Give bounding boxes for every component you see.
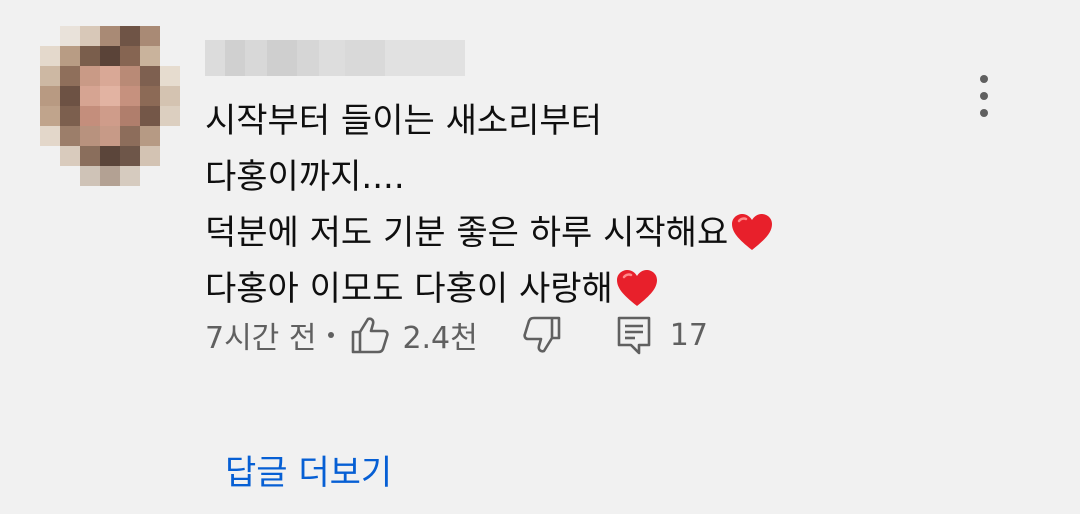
heart-emoji-icon (616, 270, 657, 306)
comment-icon (617, 316, 651, 355)
heart-emoji-icon (732, 214, 773, 250)
view-more-replies-button[interactable]: 답글 더보기 (225, 445, 392, 494)
reply-button[interactable] (616, 315, 652, 355)
comment-line: 다홍이까지.... (205, 157, 405, 197)
username-blurred[interactable] (205, 40, 465, 76)
comment-time: 7시간 전 (205, 321, 317, 356)
comment-text: 시작부터 들이는 새소리부터 다홍이까지.... 덕분에 저도 기분 좋은 하루… (205, 93, 925, 317)
comment-actions: 7시간 전 2.4천 17 (205, 310, 708, 360)
like-count: 2.4천 (402, 321, 478, 356)
dislike-button[interactable] (522, 315, 562, 355)
comment-line: 다홍아 이모도 다홍이 사랑해 (205, 261, 925, 317)
thumbs-up-icon (352, 317, 390, 354)
thumbs-down-icon (523, 316, 561, 353)
comment-line: 시작부터 들이는 새소리부터 (205, 101, 602, 141)
comment-line: 덕분에 저도 기분 좋은 하루 시작해요 (205, 205, 925, 261)
more-options-button[interactable] (966, 66, 1002, 126)
separator-dot (328, 332, 335, 338)
more-dot-icon (980, 92, 988, 100)
like-button[interactable] (350, 315, 390, 355)
more-dot-icon (980, 109, 988, 117)
reply-count: 17 (669, 317, 708, 353)
more-dot-icon (980, 75, 988, 83)
comment-thread: 시작부터 들이는 새소리부터 다홍이까지.... 덕분에 저도 기분 좋은 하루… (0, 0, 1080, 514)
avatar[interactable] (40, 26, 180, 186)
